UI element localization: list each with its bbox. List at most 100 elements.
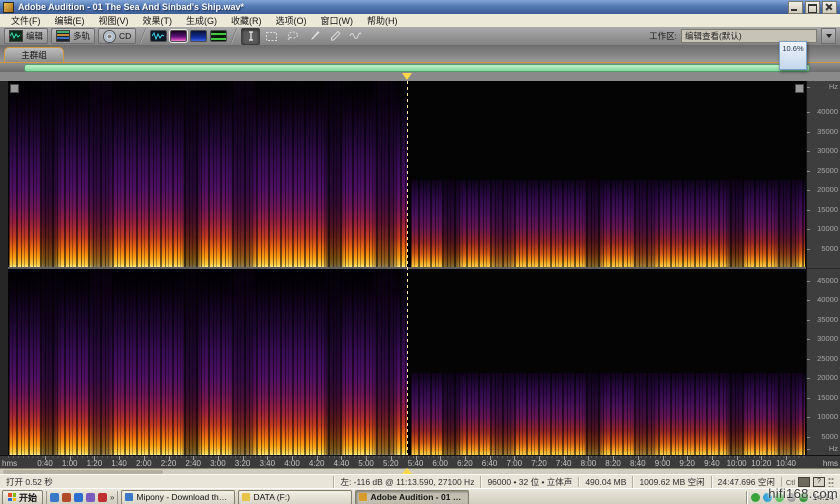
workspace-label: 工作区: <box>649 30 677 42</box>
security-icon[interactable] <box>98 493 107 502</box>
edit-view-button[interactable]: 编辑 <box>4 28 48 44</box>
workspace-dropdown-button[interactable] <box>821 28 836 44</box>
maximize-icon <box>808 4 817 13</box>
time-selection-tool[interactable] <box>241 28 260 45</box>
time-unit-label: hms <box>823 459 838 468</box>
frequency-tick-label: 30000 <box>817 335 838 343</box>
menu-item[interactable]: 窗口(W) <box>314 15 361 27</box>
lasso-selection-tool[interactable] <box>283 28 302 45</box>
spectral-content-after-cursor <box>411 373 805 455</box>
menu-item[interactable]: 效果(T) <box>136 15 180 27</box>
taskbar-task-button[interactable]: Mipony - Download the p... <box>121 490 235 504</box>
taskbar-task-button[interactable]: DATA (F:) <box>238 490 352 504</box>
menu-item[interactable]: 视图(V) <box>92 15 136 27</box>
quick-launch-overflow-icon[interactable]: » <box>110 493 114 502</box>
menu-bar: 文件(F)编辑(E)视图(V)效果(T)生成(G)收藏(R)选项(O)窗口(W)… <box>0 14 840 28</box>
messenger-icon[interactable] <box>86 493 95 502</box>
workspace-selector: 工作区: 编辑查看(默认) <box>649 28 836 44</box>
view-mode-buttons <box>150 30 227 42</box>
adobe-audition-window: Adobe Audition - 01 The Sea And Sinbad's… <box>0 0 840 504</box>
frequency-tick-label: 30000 <box>817 147 838 155</box>
frequency-axis-left-channel: Hz40000350003000025000200001500010000500… <box>807 81 840 268</box>
minimize-button[interactable] <box>788 1 803 14</box>
time-tick-label: 3:00 <box>210 459 226 468</box>
frequency-tick <box>807 151 810 152</box>
marquee-selection-tool[interactable] <box>262 28 281 45</box>
frequency-tick <box>807 210 810 211</box>
zoom-scroll-row <box>0 63 840 72</box>
frequency-tick-label: 10000 <box>817 225 838 233</box>
tool-buttons <box>241 28 365 45</box>
start-button[interactable]: 开始 <box>2 490 43 504</box>
menu-item[interactable]: 生成(G) <box>179 15 224 27</box>
emule-tray-icon[interactable] <box>751 493 760 502</box>
maximize-button[interactable] <box>805 1 820 14</box>
frequency-tick <box>807 229 810 230</box>
playhead-handle-top[interactable] <box>402 73 412 80</box>
horizontal-zoom-scrollbar[interactable] <box>24 64 810 72</box>
scrub-tool[interactable] <box>346 28 365 45</box>
time-tick-label: 1:40 <box>111 459 127 468</box>
time-tick-label: 9:40 <box>704 459 720 468</box>
frequency-tick <box>807 112 810 113</box>
browser-icon[interactable] <box>50 493 59 502</box>
frequency-tick-label: 10000 <box>817 413 838 421</box>
time-tick-label: 9:20 <box>679 459 695 468</box>
task-button-label: Mipony - Download the p... <box>136 492 231 502</box>
task-button-label: DATA (F:) <box>253 492 290 502</box>
frequency-tick <box>807 281 810 282</box>
frequency-tick <box>807 437 810 438</box>
playhead-handle-bottom[interactable] <box>402 468 412 474</box>
tab-main-group[interactable]: 主群组 <box>4 47 64 62</box>
windows-logo-icon <box>8 493 16 501</box>
frequency-tick <box>807 87 810 88</box>
time-tick-label: 0:40 <box>37 459 53 468</box>
close-button[interactable] <box>822 1 837 14</box>
app-icon <box>3 2 14 13</box>
time-tick-label: 5:20 <box>383 459 399 468</box>
menu-item[interactable]: 收藏(R) <box>224 15 269 27</box>
menu-item[interactable]: 文件(F) <box>4 15 48 27</box>
panel-corner-icon[interactable] <box>10 84 19 93</box>
ie-icon[interactable] <box>74 493 83 502</box>
time-ruler[interactable]: hms 0:401:001:201:402:002:202:403:003:20… <box>0 455 840 469</box>
toolbar-separator <box>139 28 147 44</box>
time-tick-label: 7:20 <box>531 459 547 468</box>
playhead-cursor[interactable] <box>407 81 408 455</box>
menu-item[interactable]: 编辑(E) <box>48 15 92 27</box>
menu-item[interactable]: 选项(O) <box>269 15 314 27</box>
frequency-axis-right-channel: 4500040000350003000025000200001500010000… <box>807 268 840 456</box>
frequency-tick-label: Hz <box>829 83 838 91</box>
spot-healing-brush-tool[interactable] <box>325 28 344 45</box>
frequency-tick <box>807 132 810 133</box>
multitrack-icon <box>56 30 70 42</box>
status-free-space: 1009.62 MB 空闲 <box>632 476 710 488</box>
frequency-tick <box>807 171 810 172</box>
time-tick-label: 6:40 <box>482 459 498 468</box>
multitrack-view-button[interactable]: 多轨 <box>51 28 95 44</box>
effects-paintbrush-tool[interactable] <box>304 28 323 45</box>
waveform-edit-icon <box>9 30 23 42</box>
taskbar-task-button[interactable]: Adobe Audition - 01 The ... <box>355 490 469 504</box>
panel-corner-icon[interactable] <box>795 84 804 93</box>
multitrack-label: 多轨 <box>73 30 90 42</box>
menu-item[interactable]: 帮助(H) <box>360 15 405 27</box>
spectral-pan-view-button[interactable] <box>190 30 207 42</box>
spectral-phase-view-button[interactable] <box>210 30 227 42</box>
frequency-tick <box>807 320 810 321</box>
time-tick-label: 2:20 <box>161 459 177 468</box>
time-tick-label: 4:40 <box>334 459 350 468</box>
time-tick-label: 3:20 <box>235 459 251 468</box>
frequency-tick <box>807 378 810 379</box>
cd-icon <box>103 30 116 43</box>
start-label: 开始 <box>19 491 37 504</box>
cd-view-button[interactable]: CD <box>98 28 136 44</box>
watermark: hifi168.com <box>768 486 838 501</box>
window-controls <box>788 1 837 14</box>
time-tick-label: 6:20 <box>457 459 473 468</box>
media-player-icon[interactable] <box>62 493 71 502</box>
time-tick-label: 8:00 <box>581 459 597 468</box>
spectral-frequency-view-button[interactable] <box>170 30 187 42</box>
waveform-view-button[interactable] <box>150 30 167 42</box>
time-tick-label: 2:40 <box>185 459 201 468</box>
